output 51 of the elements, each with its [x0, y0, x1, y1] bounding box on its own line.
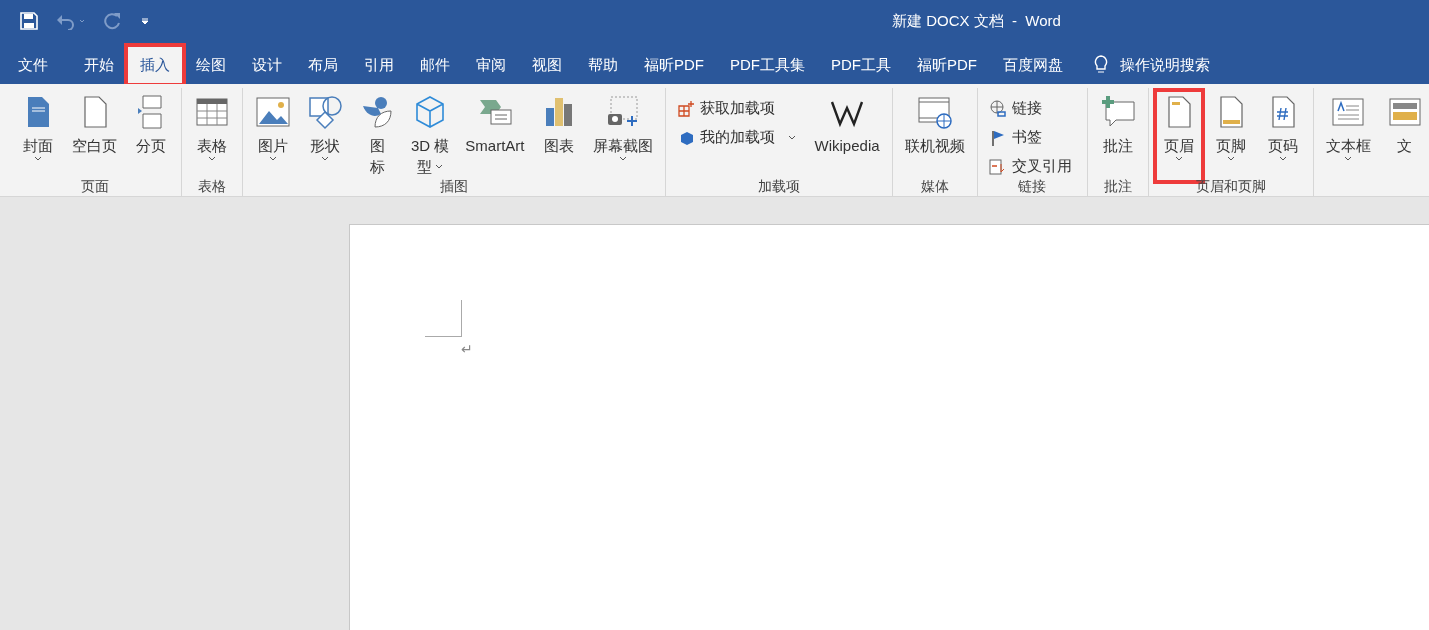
window-title: 新建 DOCX 文档 - Word — [892, 10, 1061, 31]
ribbon-button[interactable]: Wikipedia — [806, 88, 888, 184]
ribbon-button[interactable]: 文 — [1378, 88, 1429, 184]
ribbon-button[interactable]: 图片 — [247, 88, 299, 184]
paragraph-mark: ↵ — [461, 342, 473, 356]
ribbon-small-button[interactable]: 链接 — [981, 94, 1079, 123]
ribbon-tab[interactable]: 文件 — [5, 46, 61, 84]
group-label: 页面 — [79, 177, 110, 196]
ribbon-tab[interactable]: 布局 — [295, 46, 351, 84]
ribbon-tab[interactable]: 审阅 — [463, 46, 519, 84]
ribbon-button[interactable]: 文本框 — [1317, 88, 1379, 184]
picture-icon — [255, 94, 291, 130]
ribbon-tab[interactable]: 福昕PDF — [631, 46, 717, 84]
add-ins-icon — [676, 99, 695, 118]
redo-icon[interactable] — [104, 12, 122, 30]
crop-mark — [425, 300, 462, 337]
ribbon-button[interactable]: 图 标 — [351, 88, 403, 184]
ribbon-button[interactable]: 形状 — [299, 88, 351, 184]
ribbon-tab[interactable]: 百度网盘 — [990, 46, 1076, 84]
online-video-icon — [916, 94, 953, 130]
ribbon-tab[interactable]: PDF工具集 — [717, 46, 818, 84]
cross-reference-icon — [988, 157, 1007, 176]
ribbon-tab[interactable]: 开始 — [71, 46, 127, 84]
ribbon-tab[interactable]: 视图 — [519, 46, 575, 84]
ribbon-tab[interactable]: 设计 — [239, 46, 295, 84]
group-label: 插图 — [438, 177, 469, 196]
ribbon-tab[interactable]: 引用 — [351, 46, 407, 84]
ribbon-button[interactable]: 封面 — [12, 88, 64, 184]
ribbon-tab[interactable]: 插入 — [127, 46, 183, 84]
ribbon-small-button[interactable]: 书签 — [981, 123, 1079, 152]
ribbon-tab[interactable]: 绘图 — [183, 46, 239, 84]
ribbon-button[interactable]: 分页 — [125, 88, 177, 184]
globe-link-icon — [988, 99, 1007, 118]
ribbon-small-button[interactable]: 获取加载项 — [669, 94, 803, 123]
ribbon-button[interactable]: 图表 — [532, 88, 585, 184]
shapes-icon — [307, 94, 343, 130]
ribbon-tab[interactable]: 帮助 — [575, 46, 631, 84]
group-label: 加载项 — [756, 177, 801, 196]
ribbon-tab[interactable]: 邮件 — [407, 46, 463, 84]
lightbulb-icon — [1094, 55, 1108, 75]
ribbon-button[interactable]: 屏幕截图 — [584, 88, 661, 184]
group-label: 媒体 — [919, 177, 950, 196]
save-icon[interactable] — [20, 12, 38, 30]
ribbon-tab[interactable]: 福昕PDF — [904, 46, 990, 84]
ribbon-tab[interactable]: PDF工具 — [818, 46, 904, 84]
ribbon-small-button[interactable]: 我的加载项 — [669, 123, 803, 152]
group-label: 链接 — [1017, 177, 1048, 196]
group-label: 批注 — [1102, 177, 1133, 196]
customize-arrow-icon[interactable] — [140, 16, 150, 26]
group-label: 表格 — [197, 177, 227, 196]
tell-me-search[interactable]: 操作说明搜索 — [1094, 46, 1210, 84]
